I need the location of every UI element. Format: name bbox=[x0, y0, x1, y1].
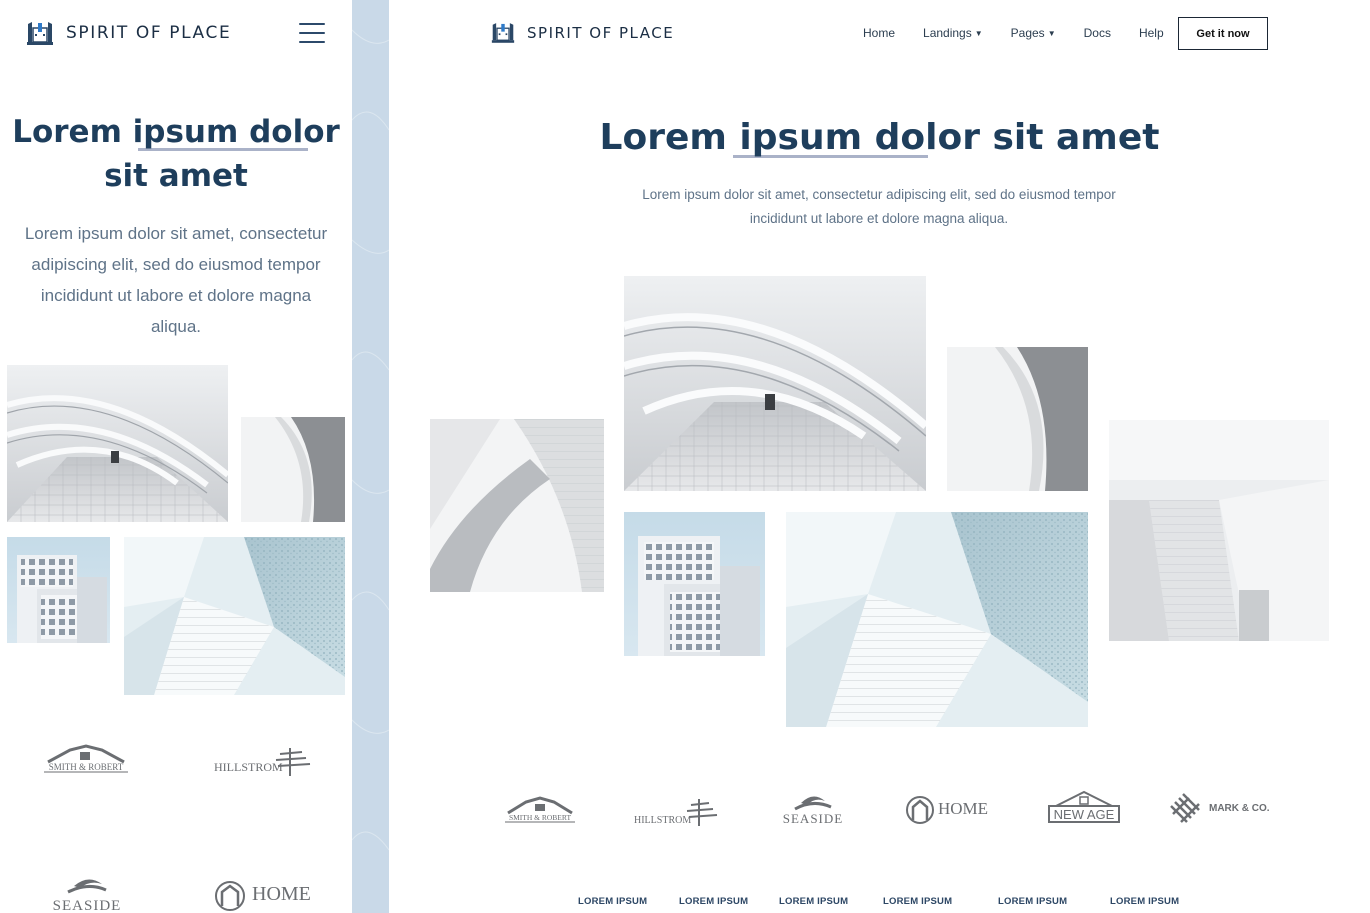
nav-docs-label: Docs bbox=[1083, 26, 1111, 40]
footer-link[interactable]: LOREM IPSUM bbox=[1110, 896, 1179, 907]
logo-mark-co-text: MARK & CO. bbox=[1209, 803, 1270, 814]
logo-home-text: HOME bbox=[938, 799, 988, 818]
photo-arched-corridor bbox=[624, 276, 926, 491]
nav-docs[interactable]: Docs bbox=[1084, 26, 1111, 40]
nav-landings[interactable]: Landings ▼ bbox=[923, 26, 983, 40]
page-subtitle: Lorem ipsum dolor sit amet, consectetur … bbox=[24, 224, 328, 336]
nav-home[interactable]: Home bbox=[863, 26, 895, 40]
footer-link[interactable]: LOREM IPSUM bbox=[883, 896, 952, 907]
photo-curved-wall bbox=[241, 417, 345, 522]
page-title: Lorem ipsum dolor sit amet bbox=[12, 114, 340, 194]
chevron-down-icon: ▼ bbox=[974, 28, 983, 38]
logo-seaside: SEASIDE bbox=[40, 870, 135, 913]
mobile-brand[interactable]: SPIRIT OF PLACE bbox=[26, 20, 231, 46]
logo-mark-co: MARK & CO. bbox=[1169, 792, 1273, 828]
logo-hillstrom-text: HILLSTROM bbox=[214, 760, 283, 774]
logo-seaside: SEASIDE bbox=[777, 788, 849, 830]
page-title: Lorem ipsum dolor sit amet bbox=[599, 117, 1160, 158]
photo-stair-pool bbox=[124, 537, 345, 695]
photo-stair-pool bbox=[786, 512, 1088, 727]
desktop-preview: SPIRIT OF PLACE Home Landings ▼ Pages ▼ Do… bbox=[389, 0, 1370, 913]
photo-spiral-stair bbox=[430, 419, 604, 592]
logo-seaside-text: SEASIDE bbox=[53, 898, 122, 913]
photo-curved-wall bbox=[947, 347, 1088, 491]
footer-link[interactable]: LOREM IPSUM bbox=[998, 896, 1067, 907]
nav-pages-label: Pages bbox=[1010, 26, 1045, 40]
logo-smith-robert: SMITH & ROBERT bbox=[502, 793, 578, 827]
logo-hillstrom-text: HILLSTROM bbox=[634, 815, 691, 826]
main-nav: Home Landings ▼ Pages ▼ Docs Help bbox=[863, 16, 1192, 50]
page-subtitle: Lorem ipsum dolor sit amet, consectetur … bbox=[642, 187, 1116, 226]
logo-new-age: NEW AGE bbox=[1046, 790, 1122, 828]
building-crest-icon bbox=[27, 22, 53, 45]
photo-modern-tower bbox=[7, 537, 110, 643]
logo-smith-robert-text: SMITH & ROBERT bbox=[49, 762, 124, 772]
desktop-brand[interactable]: SPIRIT OF PLACE bbox=[491, 21, 674, 44]
nav-help-label: Help bbox=[1138, 26, 1164, 40]
logo-home: HOME bbox=[212, 876, 322, 913]
footer-links: LOREM IPSUM LOREM IPSUM LOREM IPSUM LORE… bbox=[389, 896, 1370, 910]
brand-name: SPIRIT OF PLACE bbox=[66, 23, 232, 43]
chevron-down-icon: ▼ bbox=[1047, 28, 1056, 38]
photo-white-staircase bbox=[1109, 420, 1329, 641]
logo-new-age-text: NEW AGE bbox=[1054, 807, 1115, 822]
footer-link[interactable]: LOREM IPSUM bbox=[578, 896, 647, 907]
photo-arched-corridor bbox=[7, 365, 228, 522]
footer-link[interactable]: LOREM IPSUM bbox=[679, 896, 748, 907]
logo-home-text: HOME bbox=[252, 883, 311, 905]
logo-smith-robert: SMITH & ROBERT bbox=[40, 740, 132, 778]
mobile-preview: SPIRIT OF PLACE Lorem ipsum dolor sit am… bbox=[0, 0, 352, 913]
nav-landings-label: Landings bbox=[923, 26, 972, 40]
nav-help[interactable]: Help bbox=[1139, 26, 1164, 40]
logo-seaside-text: SEASIDE bbox=[783, 811, 843, 826]
logo-home: HOME bbox=[905, 793, 995, 827]
building-crest-icon bbox=[491, 23, 515, 43]
brand-name: SPIRIT OF PLACE bbox=[527, 23, 675, 42]
photo-modern-tower bbox=[624, 512, 765, 656]
footer-link[interactable]: LOREM IPSUM bbox=[779, 896, 848, 907]
hamburger-menu-icon[interactable] bbox=[299, 23, 325, 45]
logo-hillstrom: HILLSTROM bbox=[631, 793, 725, 829]
preview-divider bbox=[352, 0, 389, 913]
nav-pages[interactable]: Pages ▼ bbox=[1011, 26, 1056, 40]
nav-home-label: Home bbox=[863, 26, 896, 40]
logo-smith-robert-text: SMITH & ROBERT bbox=[509, 813, 571, 822]
logo-hillstrom: HILLSTROM bbox=[210, 740, 320, 780]
get-it-now-button[interactable]: Get it now bbox=[1178, 17, 1268, 50]
